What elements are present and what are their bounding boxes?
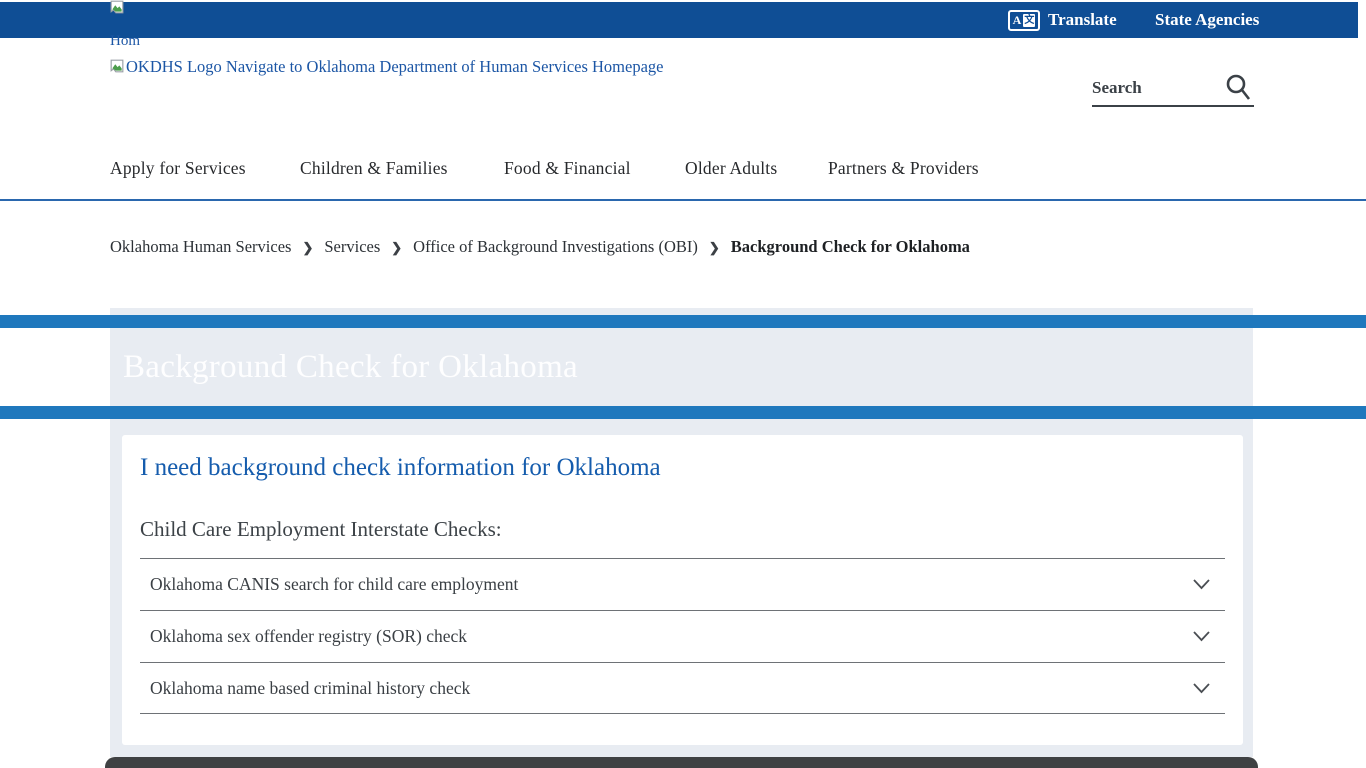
section-subheading: Child Care Employment Interstate Checks: xyxy=(140,517,502,542)
section-heading: I need background check information for … xyxy=(140,454,661,482)
accordion-criminal-history[interactable]: Oklahoma name based criminal history che… xyxy=(140,662,1225,714)
chevron-right-icon: ❯ xyxy=(709,240,720,256)
broken-image-icon xyxy=(110,59,124,73)
translate-icon-letter: A xyxy=(1013,14,1022,26)
chevron-down-icon xyxy=(1193,631,1225,642)
accordion-canis-search[interactable]: Oklahoma CANIS search for child care emp… xyxy=(140,558,1225,610)
search-input[interactable] xyxy=(1092,78,1222,98)
chevron-down-icon xyxy=(1193,579,1225,590)
nav-item-apply-for-services[interactable]: Apply for Services xyxy=(110,158,246,179)
breadcrumb-obi[interactable]: Office of Background Investigations (OBI… xyxy=(413,237,698,257)
broken-image-icon xyxy=(110,0,124,19)
breadcrumb-current: Background Check for Oklahoma xyxy=(731,237,970,257)
accordion-sex-offender-registry[interactable]: Oklahoma sex offender registry (SOR) che… xyxy=(140,610,1225,662)
translate-label: Translate xyxy=(1048,10,1117,30)
translate-icon-character: 文 xyxy=(1023,14,1035,27)
nav-item-food-financial[interactable]: Food & Financial xyxy=(504,158,631,179)
hero-stripe-top xyxy=(0,315,1366,328)
page-title: Background Check for Oklahoma xyxy=(123,349,578,386)
search-icon xyxy=(1224,73,1252,103)
translate-button[interactable]: A 文 Translate xyxy=(1008,2,1117,38)
accordion-list: Oklahoma CANIS search for child care emp… xyxy=(140,558,1225,714)
page-root: A 文 Translate State Agencies Home OKDHS … xyxy=(0,0,1366,768)
hero-stripe-bottom xyxy=(0,406,1366,419)
chevron-down-icon xyxy=(1193,683,1225,694)
accordion-label: Oklahoma name based criminal history che… xyxy=(140,678,470,699)
accordion-label: Oklahoma sex offender registry (SOR) che… xyxy=(140,626,467,647)
footer-bar xyxy=(105,757,1258,768)
chevron-right-icon: ❯ xyxy=(391,240,402,256)
logo-alt-text: OKDHS Logo Navigate to Oklahoma Departme… xyxy=(126,57,663,77)
home-link[interactable]: Home xyxy=(110,33,140,50)
nav-divider xyxy=(0,199,1366,201)
utility-bar: A 文 Translate State Agencies xyxy=(0,2,1358,38)
search-box xyxy=(1092,71,1254,107)
nav-item-older-adults[interactable]: Older Adults xyxy=(685,158,777,179)
content-card: I need background check information for … xyxy=(122,435,1243,745)
breadcrumb-home[interactable]: Oklahoma Human Services xyxy=(110,237,291,257)
logo-home-link[interactable]: OKDHS Logo Navigate to Oklahoma Departme… xyxy=(110,57,663,77)
search-button[interactable] xyxy=(1222,73,1254,103)
breadcrumb: Oklahoma Human Services ❯ Services ❯ Off… xyxy=(110,237,970,257)
state-agencies-link[interactable]: State Agencies xyxy=(1155,2,1259,38)
accordion-label: Oklahoma CANIS search for child care emp… xyxy=(140,574,518,595)
chevron-right-icon: ❯ xyxy=(302,240,313,256)
state-agencies-label: State Agencies xyxy=(1155,10,1259,30)
nav-item-partners-providers[interactable]: Partners & Providers xyxy=(828,158,979,179)
primary-nav: Apply for Services Children & Families F… xyxy=(0,158,1366,184)
breadcrumb-services[interactable]: Services xyxy=(324,237,380,257)
nav-item-children-families[interactable]: Children & Families xyxy=(300,158,448,179)
translate-icon: A 文 xyxy=(1008,10,1040,31)
